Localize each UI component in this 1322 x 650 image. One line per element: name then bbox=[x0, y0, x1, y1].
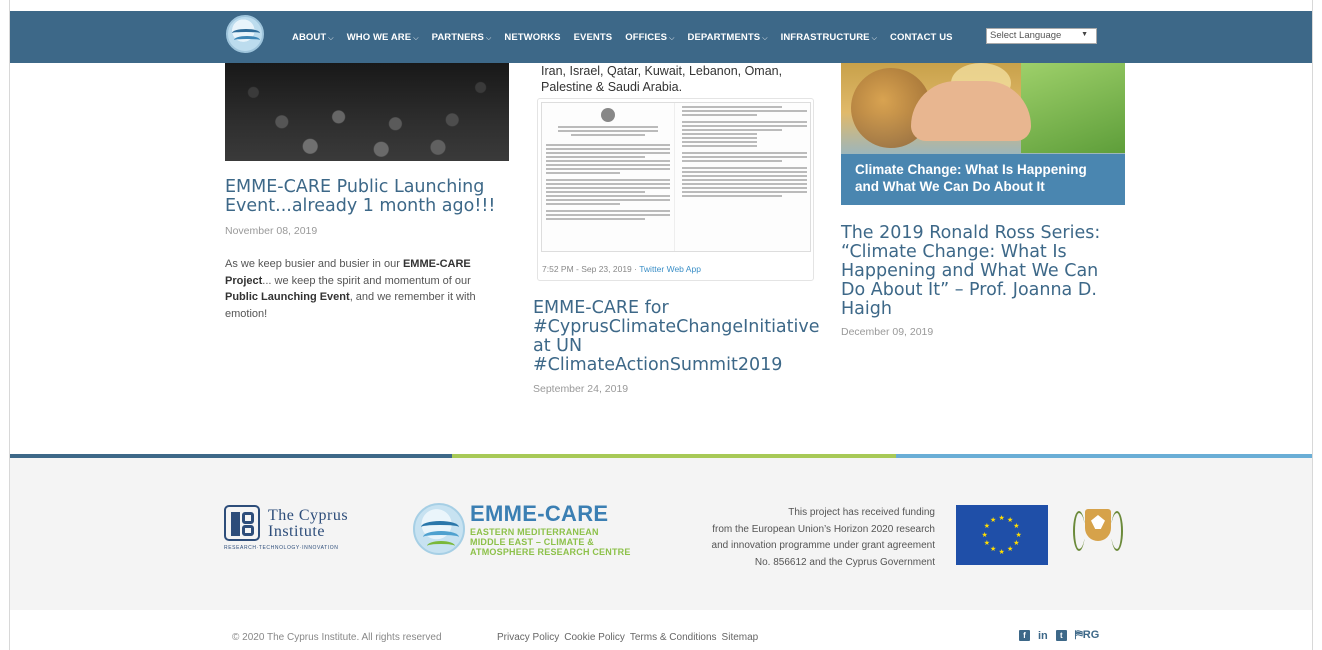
post-date: September 24, 2019 bbox=[533, 383, 629, 395]
nav-item-contact-us[interactable]: CONTACT US bbox=[890, 32, 953, 43]
page-frame-right bbox=[1312, 0, 1313, 650]
post-image-ronald-ross[interactable]: Climate Change: What Is Happening and Wh… bbox=[841, 63, 1125, 205]
eu-star-icon: ★ bbox=[1013, 523, 1020, 530]
tweet-source-link[interactable]: Twitter Web App bbox=[639, 264, 701, 274]
post-title-climate-summit[interactable]: EMME-CARE for #CyprusClimateChangeInitia… bbox=[533, 299, 823, 375]
eu-star-icon: ★ bbox=[998, 514, 1005, 522]
nav-item-about[interactable]: ABOUT ⌵ bbox=[292, 32, 334, 43]
tweet-meta: 7:52 PM - Sep 23, 2019 · Twitter Web App bbox=[542, 264, 701, 274]
nav-item-partners[interactable]: PARTNERS ⌵ bbox=[432, 32, 492, 43]
twitter-icon[interactable]: t bbox=[1055, 630, 1067, 641]
language-select[interactable]: Select Language ▼ bbox=[986, 28, 1097, 44]
cookie-policy-link[interactable]: Cookie Policy bbox=[564, 632, 625, 643]
post-date: November 08, 2019 bbox=[225, 225, 318, 237]
footer-links: Privacy Policy Cookie Policy Terms & Con… bbox=[497, 632, 758, 643]
tweet-document-image[interactable] bbox=[541, 102, 811, 252]
eu-star-icon: ★ bbox=[1007, 546, 1014, 554]
chevron-down-icon: ⌵ bbox=[485, 35, 492, 42]
nav-item-who-we-are[interactable]: WHO WE ARE ⌵ bbox=[347, 32, 419, 43]
post-title-launch-event[interactable]: EMME-CARE Public Launching Event...alrea… bbox=[225, 178, 505, 216]
image-caption: Climate Change: What Is Happening and Wh… bbox=[841, 154, 1125, 205]
post-excerpt: As we keep busier and busier in our EMME… bbox=[225, 258, 476, 320]
eu-star-icon: ★ bbox=[983, 540, 991, 547]
dropdown-arrow-icon: ▼ bbox=[1081, 31, 1088, 38]
tweet-embed[interactable]: 7:52 PM - Sep 23, 2019 · Twitter Web App bbox=[537, 98, 814, 281]
eu-flag-icon: ★ ★ ★ ★ ★ ★ ★ ★ ★ ★ ★ ★ bbox=[956, 505, 1048, 565]
privacy-policy-link[interactable]: Privacy Policy bbox=[497, 632, 559, 643]
cyprus-emblem-icon bbox=[1069, 503, 1127, 561]
chevron-down-icon: ⌵ bbox=[669, 35, 675, 42]
eu-star-icon: ★ bbox=[990, 546, 997, 554]
main-nav: ABOUT ⌵ WHO WE ARE ⌵ PARTNERS ⌵ NETWORKS EV… bbox=[292, 32, 966, 43]
eu-star-icon: ★ bbox=[1013, 540, 1020, 547]
researchgate-icon[interactable]: ⛿RG bbox=[1075, 629, 1100, 642]
post-date: December 09, 2019 bbox=[841, 326, 934, 338]
social-links: f in t ⛿RG bbox=[1019, 629, 1099, 642]
eu-star-icon: ★ bbox=[1015, 531, 1022, 539]
linkedin-icon[interactable]: in bbox=[1038, 630, 1048, 642]
post-intro-text: Iran, Israel, Qatar, Kuwait, Lebanon, Om… bbox=[541, 64, 783, 94]
emme-care-logo-icon[interactable] bbox=[413, 503, 465, 555]
cyprus-institute-logo[interactable]: The Cyprus Institute RESEARCH·TECHNOLOGY·… bbox=[224, 503, 374, 553]
copyright-text: © 2020 The Cyprus Institute. All rights … bbox=[232, 632, 442, 643]
site-logo[interactable] bbox=[226, 15, 264, 53]
eu-star-icon: ★ bbox=[998, 548, 1005, 556]
post-title-ronald-ross[interactable]: The 2019 Ronald Ross Series: “Climate Ch… bbox=[841, 224, 1111, 319]
emme-care-logo-title[interactable]: EMME-CARE bbox=[470, 501, 608, 527]
footer-bottom-bar bbox=[10, 610, 1312, 650]
chevron-down-icon: ⌵ bbox=[762, 35, 768, 42]
nav-item-offices[interactable]: OFFICES ⌵ bbox=[625, 32, 674, 43]
facebook-icon[interactable]: f bbox=[1019, 630, 1030, 641]
nav-item-departments[interactable]: DEPARTMENTS ⌵ bbox=[687, 32, 767, 43]
sitemap-link[interactable]: Sitemap bbox=[722, 632, 759, 643]
chevron-down-icon: ⌵ bbox=[328, 35, 334, 42]
terms-link[interactable]: Terms & Conditions bbox=[630, 632, 717, 643]
chevron-down-icon: ⌵ bbox=[871, 35, 878, 42]
funding-statement: This project has received funding from t… bbox=[711, 507, 935, 568]
nav-item-networks[interactable]: NETWORKS bbox=[504, 32, 560, 43]
nav-item-infrastructure[interactable]: INFRASTRUCTURE ⌵ bbox=[781, 32, 877, 43]
post-image-launch-event[interactable] bbox=[225, 63, 509, 161]
eu-star-icon: ★ bbox=[990, 516, 997, 524]
cyi-mark-icon bbox=[224, 505, 260, 541]
nav-item-events[interactable]: EVENTS bbox=[574, 32, 613, 43]
emme-care-logo-subtitle: EASTERN MEDITERRANEAN MIDDLE EAST – CLIMA… bbox=[470, 527, 631, 557]
chevron-down-icon: ⌵ bbox=[413, 35, 419, 42]
eu-star-icon: ★ bbox=[983, 523, 991, 530]
eu-star-icon: ★ bbox=[981, 531, 988, 539]
